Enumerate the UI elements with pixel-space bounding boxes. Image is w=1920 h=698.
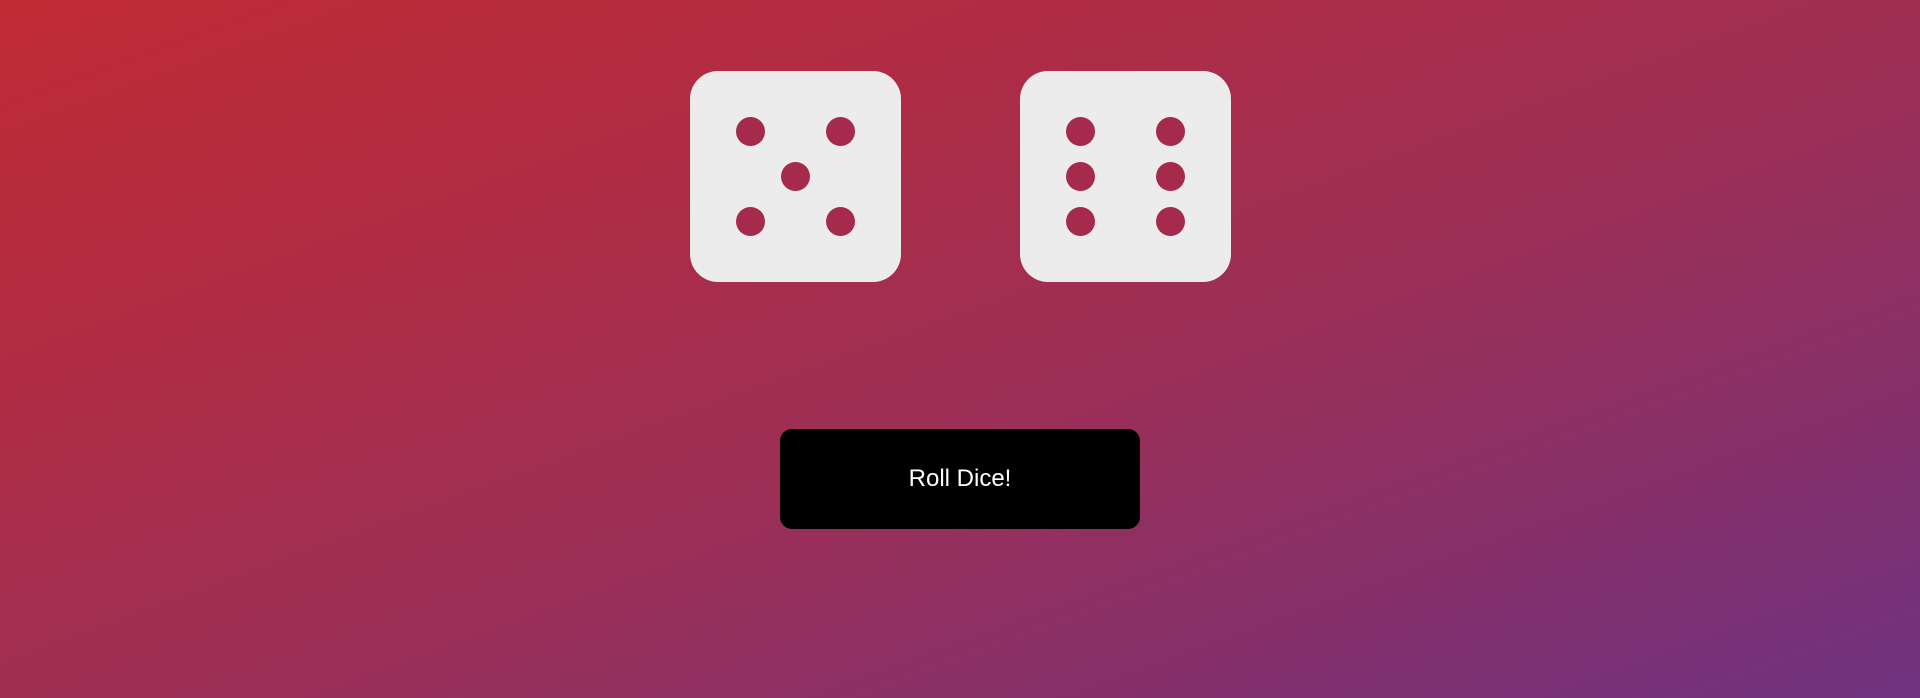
die-pip	[825, 116, 855, 146]
die-pip	[1155, 161, 1185, 191]
die-pip	[780, 161, 810, 191]
die-pip	[1065, 206, 1095, 236]
die-pip	[1065, 116, 1095, 146]
die-pip	[825, 206, 855, 236]
die-pip	[1065, 161, 1095, 191]
die-two	[1020, 71, 1231, 282]
roll-dice-button[interactable]: Roll Dice!	[780, 429, 1140, 529]
die-pip	[1155, 206, 1185, 236]
die-pip	[735, 206, 765, 236]
die-pip	[1155, 116, 1185, 146]
die-one	[690, 71, 901, 282]
die-pip	[735, 116, 765, 146]
